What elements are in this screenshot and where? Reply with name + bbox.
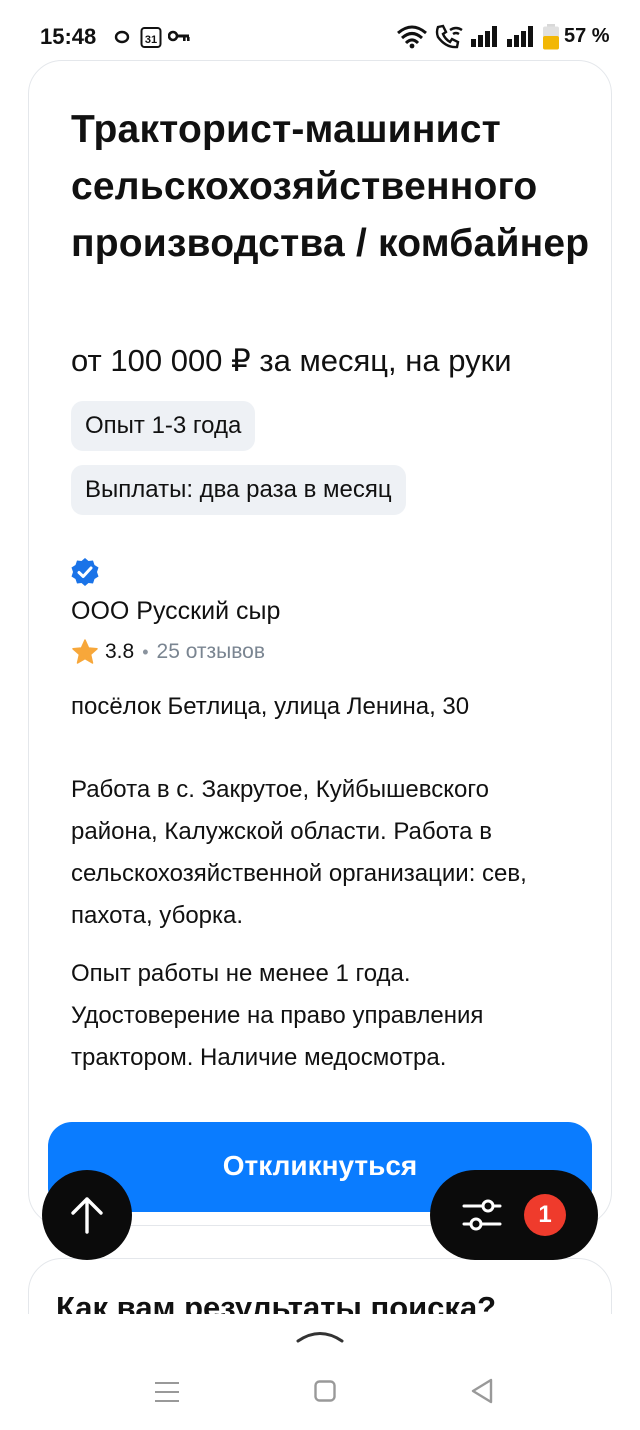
company-rating[interactable]: 3.8 • 25 отзывов [71,635,265,669]
company-name-link[interactable]: ООО Русский сыр [71,593,280,629]
vacancy-title: Тракторист-машинист сельскохозяйственног… [71,108,590,265]
system-nav-bar [0,1314,640,1430]
vacancy-card[interactable]: Тракторист-машинист сельскохозяйственног… [28,60,612,1226]
rating-value: 3.8 [105,640,135,663]
chevron-up-icon[interactable] [296,1328,344,1344]
battery-icon [543,24,559,50]
key-icon [168,30,190,42]
vacancy-requirements: Опыт работы не менее 1 года. Удостоверен… [71,960,484,1071]
calendar-icon: 31 [140,27,162,48]
sliders-icon [462,1199,502,1231]
back-icon[interactable] [470,1378,494,1404]
status-time: 15:48 [40,24,97,49]
vacancy-salary: от 100 000 ₽ за месяц, на руки [71,343,512,378]
recent-apps-icon[interactable] [154,1380,180,1404]
signal-icon [507,26,533,47]
signal-icon [471,26,497,47]
vacancy-description: Работа в с. Закрутое, Куйбышевского райо… [71,776,527,929]
home-icon[interactable] [314,1380,336,1402]
wifi-icon [397,25,427,49]
filter-button[interactable]: 1 [430,1170,598,1260]
star-icon [72,639,98,664]
experience-tag: Опыт 1-3 года [71,401,256,451]
battery-percent: 57 % [564,25,610,47]
verified-badge-icon [71,558,99,586]
filter-count-badge: 1 [524,1194,566,1236]
separator-dot: • [142,641,149,662]
vacancy-address: посёлок Бетлица, улица Ленина, 30 [71,693,470,720]
reviews-link[interactable]: 25 отзывов [157,640,266,664]
calendar-day: 31 [145,34,157,46]
scroll-top-button[interactable] [42,1170,132,1260]
arrow-up-icon [71,1197,103,1234]
circle-notification-icon [114,30,130,44]
payment-tag: Выплаты: два раза в месяц [71,465,406,515]
wifi-call-icon [435,24,463,49]
